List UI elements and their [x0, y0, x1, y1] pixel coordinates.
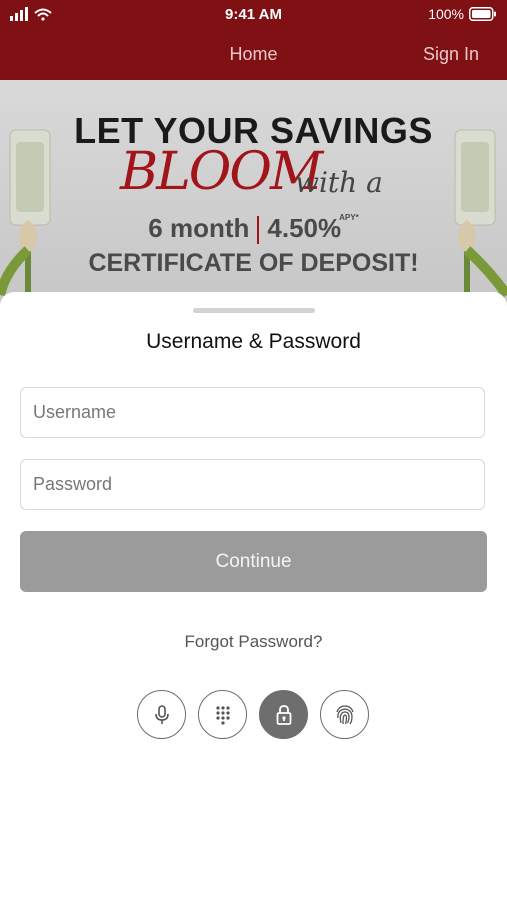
banner-separator	[257, 216, 260, 245]
banner-rate-line: 6 month 4.50%APY*	[0, 213, 507, 245]
password-lock-button[interactable]	[259, 690, 308, 739]
microphone-icon	[154, 704, 169, 724]
banner-bloom-text: BLOOM	[120, 142, 323, 202]
microphone-button[interactable]	[137, 690, 186, 739]
banner-apy: APY*	[339, 213, 359, 222]
keypad-button[interactable]	[198, 690, 247, 739]
battery-icon	[469, 7, 496, 21]
login-title: Username & Password	[146, 330, 361, 353]
keypad-icon	[215, 705, 230, 725]
fingerprint-icon	[335, 704, 354, 724]
sheet-drag-handle[interactable]	[193, 308, 315, 313]
status-bar: 9:41 AM 100%	[0, 0, 507, 28]
battery-indicator: 100%	[428, 6, 497, 22]
forgot-password-link[interactable]: Forgot Password?	[0, 632, 507, 652]
login-sheet: Username & Password Continue Forgot Pass…	[0, 292, 507, 900]
banner-term: 6 month	[148, 213, 250, 243]
sign-in-link[interactable]: Sign In	[423, 44, 479, 65]
auth-method-selector	[137, 690, 369, 739]
fingerprint-button[interactable]	[320, 690, 369, 739]
lock-icon	[276, 704, 291, 725]
promo-banner[interactable]: LET YOUR SAVINGS BLOOM with a 6 month 4.5…	[0, 80, 507, 310]
battery-percent: 100%	[428, 6, 464, 22]
continue-button[interactable]: Continue	[20, 531, 487, 592]
password-field[interactable]	[20, 459, 485, 510]
banner-subheadline: CERTIFICATE OF DEPOSIT!	[88, 249, 419, 277]
username-field[interactable]	[20, 387, 485, 438]
banner-with-text: with a	[295, 166, 383, 199]
nav-bar: Home Sign In	[0, 28, 507, 80]
banner-rate: 4.50%	[267, 213, 342, 243]
